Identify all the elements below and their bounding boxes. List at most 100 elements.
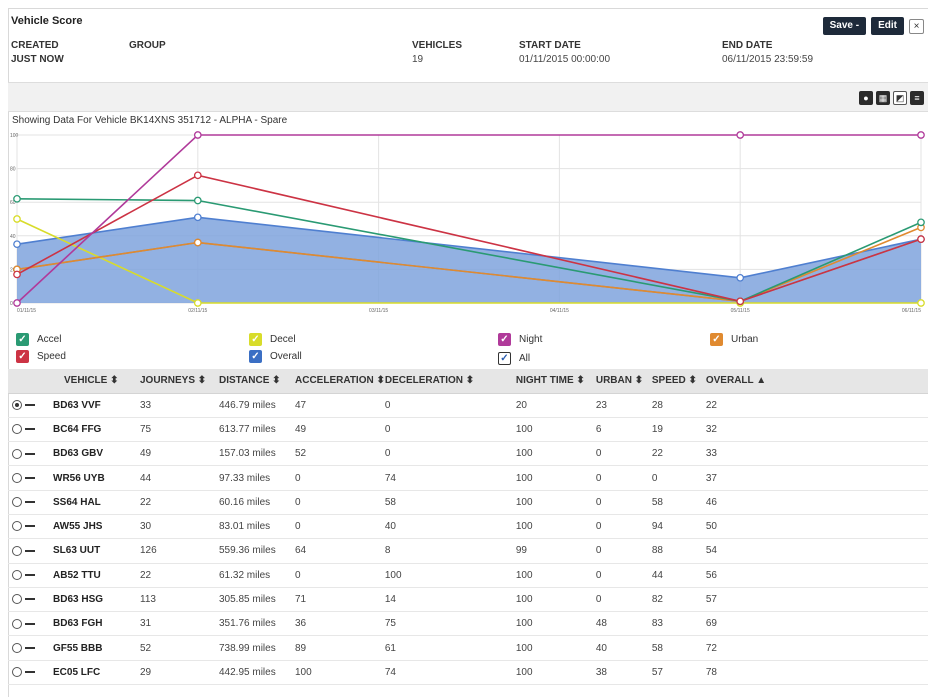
table-row[interactable]: SL63 UUT 126 559.36 miles 64 8 99 0 88 54 <box>8 538 928 564</box>
expand-dash-icon[interactable] <box>25 646 35 649</box>
table-row[interactable]: BD63 VVF 33 446.79 miles 47 0 20 23 28 22 <box>8 393 928 418</box>
vehicle-registration[interactable]: SL63 UUT <box>53 545 100 556</box>
expand-dash-icon[interactable] <box>25 622 35 625</box>
table-row[interactable]: AB52 TTU 22 61.32 miles 0 100 100 0 44 56 <box>8 563 928 588</box>
row-radio[interactable] <box>12 400 22 410</box>
acceleration-cell: 71 <box>295 587 385 613</box>
row-radio[interactable] <box>12 497 22 508</box>
legend-label: All <box>519 353 531 364</box>
decel-checkbox[interactable]: ✓ <box>249 333 262 346</box>
legend-item-urban[interactable]: ✓ Urban <box>710 333 758 346</box>
data-point-urban <box>193 238 202 247</box>
grid-view-icon[interactable]: ▦ <box>876 91 890 105</box>
urban-checkbox[interactable]: ✓ <box>710 333 723 346</box>
close-icon[interactable]: × <box>909 18 924 34</box>
row-radio[interactable] <box>12 424 22 435</box>
list-view-icon[interactable]: ≡ <box>910 91 924 105</box>
vehicle-registration[interactable]: BD63 GBV <box>53 448 103 459</box>
vehicle-registration[interactable]: WR56 UYB <box>53 473 105 484</box>
expand-dash-icon[interactable] <box>25 549 35 552</box>
legend-item-speed[interactable]: ✓ Speed <box>16 350 66 363</box>
chart-view-icon[interactable]: ◩ <box>893 91 907 105</box>
row-radio[interactable] <box>12 521 22 532</box>
table-row[interactable]: WR56 UYB 44 97.33 miles 0 74 100 0 0 37 <box>8 465 928 491</box>
save-button[interactable]: Save - <box>822 17 867 35</box>
col-night-time[interactable]: NIGHT TIME ⬍ <box>515 369 596 394</box>
accel-checkbox[interactable]: ✓ <box>16 333 29 346</box>
table-row[interactable]: BD63 HSG 113 305.85 miles 71 14 100 0 82 57 <box>8 587 928 613</box>
row-radio[interactable] <box>12 472 22 483</box>
distance-cell: 305.85 miles <box>219 587 295 613</box>
speed-checkbox[interactable]: ✓ <box>16 350 29 363</box>
table-row[interactable]: GF55 BBB 52 738.99 miles 89 61 100 40 58 72 <box>8 635 928 661</box>
col-overall[interactable]: OVERALL ▲ <box>705 369 928 394</box>
vehicle-registration[interactable]: SS64 HAL <box>53 497 101 508</box>
acceleration-cell: 100 <box>295 660 385 686</box>
overall-checkbox[interactable]: ✓ <box>249 350 262 363</box>
expand-dash-icon[interactable] <box>25 428 35 431</box>
vehicle-registration[interactable]: AW55 JHS <box>53 521 102 532</box>
expand-dash-icon[interactable] <box>25 404 35 406</box>
row-radio[interactable] <box>12 545 22 556</box>
vehicle-registration[interactable]: BC64 FFG <box>53 424 101 435</box>
legend-item-all[interactable]: ✓ All <box>498 352 530 365</box>
deceleration-cell: 100 <box>384 563 516 588</box>
col-acceleration[interactable]: ACCELERATION ⬍ <box>295 369 385 394</box>
row-select-cell: SL63 UUT <box>8 538 140 564</box>
night-time-cell: 100 <box>515 635 596 661</box>
expand-dash-icon[interactable] <box>25 452 35 455</box>
row-radio[interactable] <box>12 448 22 459</box>
table-row[interactable]: BC64 FFG 75 613.77 miles 49 0 100 6 19 32 <box>8 417 928 443</box>
expand-dash-icon[interactable] <box>25 525 35 528</box>
col-speed[interactable]: SPEED ⬍ <box>651 369 706 394</box>
expand-dash-icon[interactable] <box>25 671 35 674</box>
row-radio[interactable] <box>12 667 22 678</box>
row-radio[interactable] <box>12 618 22 629</box>
vehicle-registration[interactable]: EC05 LFC <box>53 667 100 678</box>
distance-cell: 442.95 miles <box>219 660 295 686</box>
col-urban[interactable]: URBAN ⬍ <box>595 369 652 394</box>
col-vehicle[interactable]: VEHICLE ⬍ <box>8 369 140 394</box>
row-radio[interactable] <box>12 642 22 653</box>
legend-label: Night <box>519 334 543 345</box>
vehicle-registration[interactable]: BD63 HSG <box>53 594 103 605</box>
expand-dash-icon[interactable] <box>25 501 35 504</box>
night-time-cell: 20 <box>515 393 596 418</box>
vehicle-registration[interactable]: GF55 BBB <box>53 643 102 654</box>
x-tick-label: 03/11/15 <box>369 308 388 314</box>
row-radio[interactable] <box>12 594 22 605</box>
table-row[interactable]: EC05 LFC 29 442.95 miles 100 74 100 38 57 78 <box>8 660 928 686</box>
expand-dash-icon[interactable] <box>25 598 35 601</box>
speed-cell: 83 <box>651 611 706 637</box>
vehicle-registration[interactable]: BD63 FGH <box>53 618 102 629</box>
expand-dash-icon[interactable] <box>25 476 35 479</box>
table-row[interactable]: SS64 HAL 22 60.16 miles 0 58 100 0 58 46 <box>8 490 928 515</box>
col-distance[interactable]: DISTANCE ⬍ <box>219 369 295 394</box>
vehicle-registration[interactable]: AB52 TTU <box>53 570 101 581</box>
pie-chart-icon[interactable]: ● <box>859 91 873 105</box>
legend-item-overall[interactable]: ✓ Overall <box>249 350 302 363</box>
urban-cell: 48 <box>595 611 652 637</box>
table-row[interactable]: BD63 FGH 31 351.76 miles 36 75 100 48 83 69 <box>8 611 928 637</box>
speed-cell: 58 <box>651 490 706 515</box>
data-point-night <box>193 131 202 139</box>
edit-button[interactable]: Edit <box>871 17 904 35</box>
legend-item-night[interactable]: ✓ Night <box>498 333 542 346</box>
data-point-overall <box>736 273 745 282</box>
expand-dash-icon[interactable] <box>25 574 35 577</box>
urban-cell: 0 <box>595 563 652 588</box>
deceleration-cell: 58 <box>384 490 516 515</box>
table-row[interactable]: AW55 JHS 30 83.01 miles 0 40 100 0 94 50 <box>8 514 928 540</box>
legend-item-decel[interactable]: ✓ Decel <box>249 333 296 346</box>
vehicle-registration[interactable]: BD63 VVF <box>53 400 101 411</box>
legend-item-accel[interactable]: ✓ Accel <box>16 333 61 346</box>
row-radio[interactable] <box>12 570 22 581</box>
row-select-cell: BD63 FGH <box>8 611 140 637</box>
col-journeys[interactable]: JOURNEYS ⬍ <box>140 369 219 394</box>
night-checkbox[interactable]: ✓ <box>498 333 511 346</box>
table-row[interactable]: BD63 GBV 49 157.03 miles 52 0 100 0 22 33 <box>8 441 928 467</box>
col-deceleration[interactable]: DECELERATION ⬍ <box>384 369 516 394</box>
all-checkbox[interactable]: ✓ <box>498 352 511 365</box>
overall-cell: 33 <box>705 441 928 467</box>
night-time-cell: 100 <box>515 611 596 637</box>
